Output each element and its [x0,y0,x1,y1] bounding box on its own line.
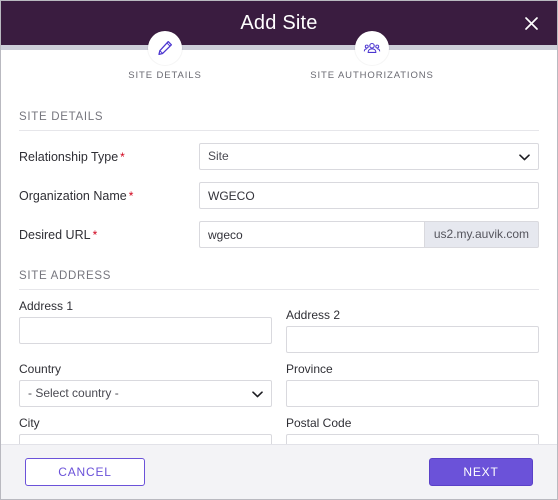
stepper-step-2-label: SITE AUTHORIZATIONS [310,70,434,81]
organization-name-input[interactable] [199,182,539,209]
modal-header: Add Site [1,1,557,45]
modal-body: SITE DETAILS Relationship Type * Site Or… [1,97,557,461]
required-asterisk: * [92,227,98,242]
relationship-type-label: Relationship Type * [19,150,199,164]
next-button[interactable]: NEXT [429,458,533,486]
stepper-step-site-details[interactable]: SITE DETAILS [95,31,235,81]
desired-url-label-text: Desired URL [19,227,91,242]
stepper-track [1,45,557,50]
organization-name-control [199,182,539,209]
add-site-modal: Add Site SITE DETAILS SITE AUTHORIZATION… [0,0,558,500]
province-label: Province [286,362,333,376]
country-select[interactable]: - Select country - [19,380,272,407]
required-asterisk: * [128,188,134,203]
postal-code-label: Postal Code [286,416,352,430]
province-input[interactable] [286,380,539,407]
modal-footer: CANCEL NEXT [1,444,557,499]
section-title-site-details: SITE DETAILS [19,97,539,131]
field-row-desired-url: Desired URL* us2.my.auvik.com [19,221,539,248]
field-row-relationship-type: Relationship Type * Site [19,143,539,170]
field-row-organization-name: Organization Name * [19,182,539,209]
relationship-type-label-text: Relationship Type [19,149,119,164]
organization-name-label: Organization Name * [19,189,199,203]
city-label: City [19,416,40,430]
country-label: Country [19,362,62,376]
relationship-type-control: Site [199,143,539,170]
required-asterisk: * [120,149,125,164]
desired-url-group: us2.my.auvik.com [199,221,539,248]
address-grid: Address 1 Address 2 Country - Select cou… [19,299,539,461]
province-cell: Province [286,353,539,407]
stepper-step-site-authorizations[interactable]: SITE AUTHORIZATIONS [302,31,442,81]
desired-url-suffix: us2.my.auvik.com [423,221,539,248]
address1-label: Address 1 [19,299,74,313]
country-select-wrap: - Select country - [19,380,272,407]
users-icon [363,39,381,57]
address2-cell: Address 2 [286,299,539,353]
pencil-icon [156,39,174,57]
country-cell: Country - Select country - [19,353,272,407]
relationship-type-select-wrap: Site [199,143,539,170]
address1-cell: Address 1 [19,299,272,353]
address1-input[interactable] [19,317,272,344]
step-circle-2 [355,31,389,65]
desired-url-input[interactable] [199,221,424,248]
desired-url-label: Desired URL * [19,228,199,242]
organization-name-label-text: Organization Name [19,188,127,203]
stepper-step-1-label: SITE DETAILS [128,70,202,81]
address2-label: Address 2 [286,308,341,322]
address2-input[interactable] [286,326,539,353]
desired-url-control: us2.my.auvik.com [199,221,539,248]
section-title-site-address: SITE ADDRESS [19,260,539,290]
cancel-button[interactable]: CANCEL [25,458,145,486]
step-circle-1 [148,31,182,65]
close-icon[interactable] [519,11,543,35]
stepper: SITE DETAILS SITE AUTHORIZATIONS [1,31,557,97]
relationship-type-select[interactable]: Site [199,143,539,170]
